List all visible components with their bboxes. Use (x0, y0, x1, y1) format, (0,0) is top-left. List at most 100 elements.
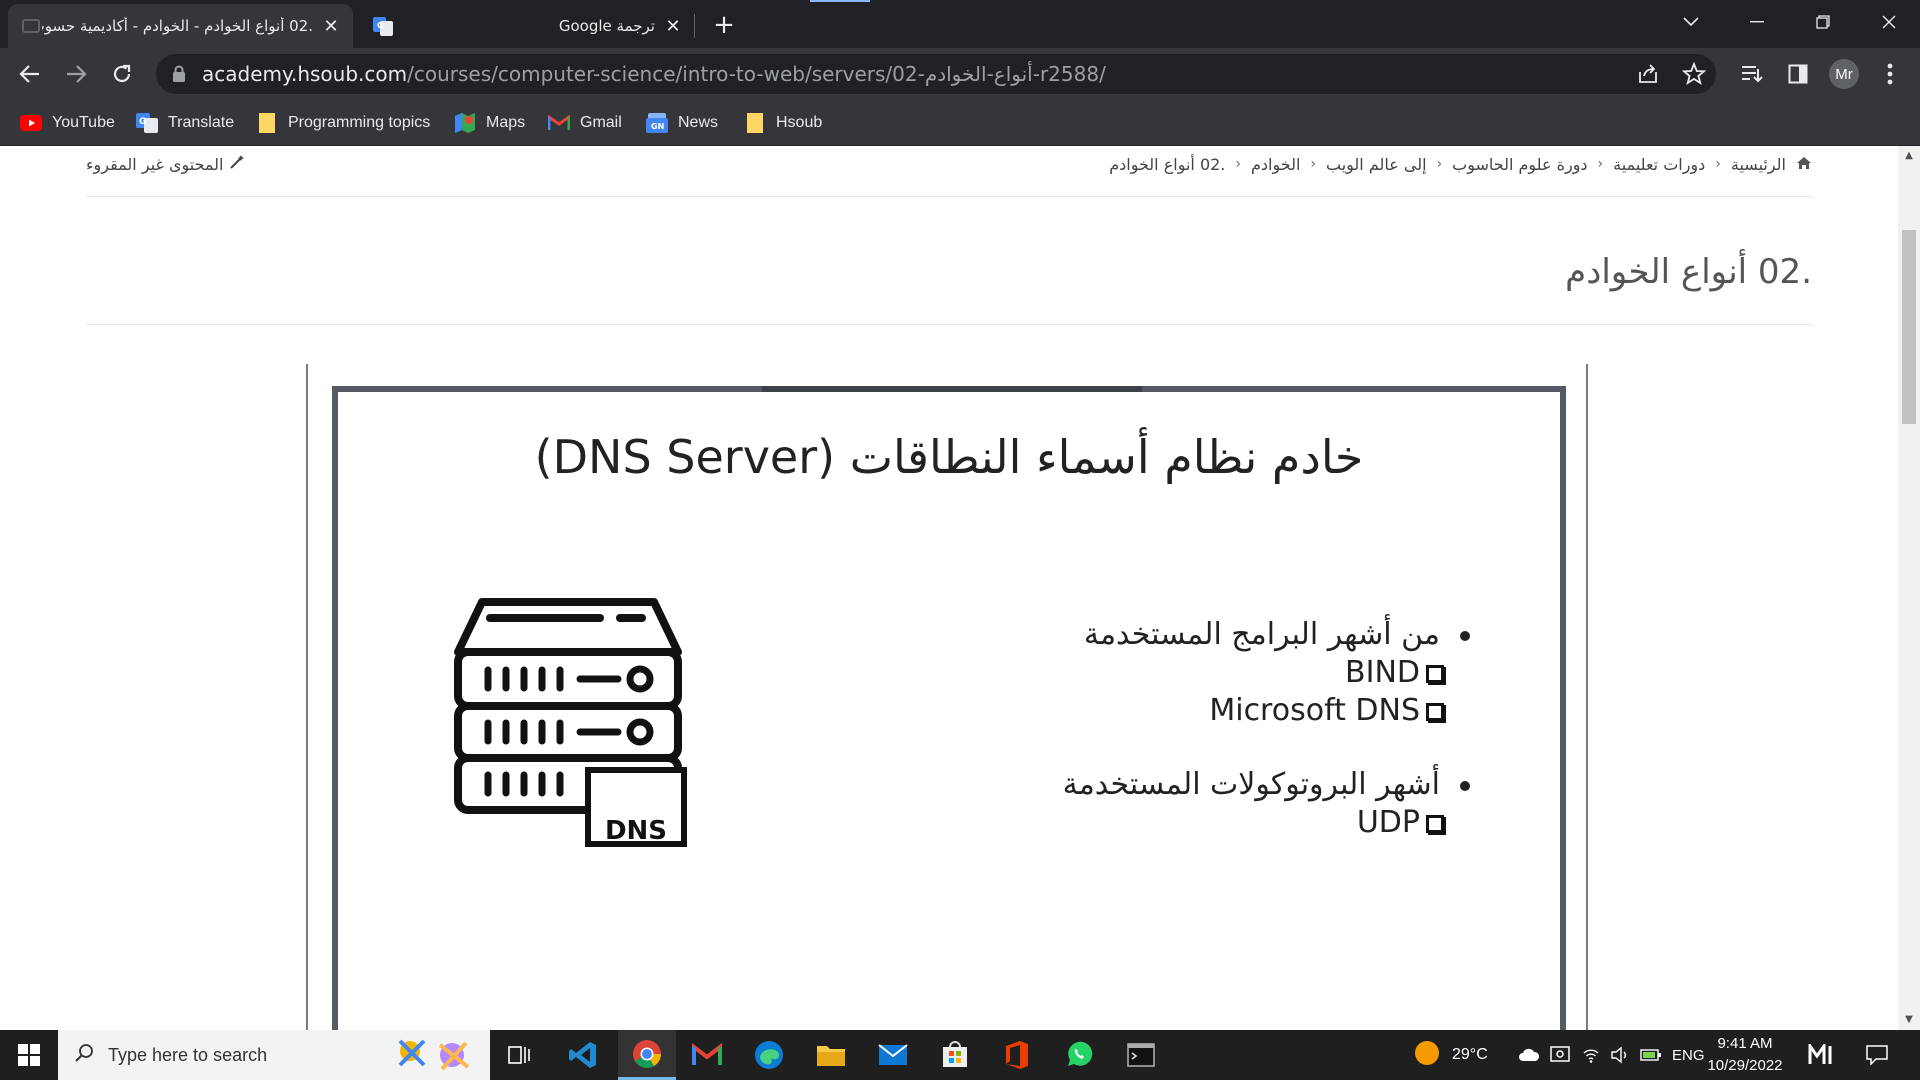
profile-initials: Mr (1829, 59, 1859, 89)
breadcrumb-web[interactable]: إلى عالم الويب (1326, 155, 1427, 174)
reading-list-icon[interactable] (1732, 54, 1772, 94)
bookmark-label: YouTube (52, 114, 115, 131)
file-explorer-icon[interactable] (802, 1030, 860, 1080)
volume-icon[interactable] (1610, 1030, 1630, 1080)
software-heading: من أشهر البرامج المستخدمة (1083, 616, 1440, 652)
list-heading: أشهر البروتوكولات المستخدمة (1063, 764, 1470, 804)
task-view-icon[interactable] (490, 1030, 548, 1080)
taskbar-search-box[interactable]: Type here to search (58, 1030, 490, 1080)
tab-active[interactable]: .02 أنواع الخوادم - الخوادم - أكاديمية ح… (8, 4, 353, 48)
news-icon: GN (646, 113, 668, 133)
lock-icon[interactable] (172, 65, 186, 87)
close-window-button[interactable] (1858, 0, 1920, 44)
content-left-border (306, 364, 308, 1030)
share-icon[interactable] (1636, 62, 1660, 90)
scroll-thumb[interactable] (1902, 230, 1916, 424)
slide-top-accent (762, 386, 1142, 392)
chevron-left-icon: ‹ (1235, 156, 1241, 172)
profile-avatar[interactable]: Mr (1824, 54, 1864, 94)
bookmark-label: Maps (486, 114, 526, 131)
reload-icon[interactable] (102, 54, 142, 94)
weather-widget[interactable]: 29°C (1414, 1030, 1488, 1080)
minimize-button[interactable] (1726, 0, 1788, 44)
tab-title: ترجمة Google (558, 17, 655, 35)
wifi-icon[interactable] (1582, 1030, 1600, 1080)
lesson-slide: خادم نظام أسماء النطاقات (DNS Server) DN… (332, 386, 1566, 1030)
onedrive-icon[interactable] (1518, 1030, 1540, 1080)
forward-arrow-icon[interactable] (56, 54, 96, 94)
hsoub-tray-icon[interactable] (1808, 1030, 1836, 1080)
bookmark-youtube[interactable]: YouTube (20, 108, 115, 138)
new-tab-button[interactable]: + (706, 12, 742, 40)
microsoft-store-icon[interactable] (926, 1030, 984, 1080)
bullet-icon (1460, 781, 1470, 791)
page-title: .02 أنواع الخوادم (1565, 252, 1812, 292)
notifications-icon[interactable] (1866, 1030, 1888, 1080)
dns-label: DNS (604, 816, 668, 846)
close-tab-icon[interactable]: ✕ (663, 16, 683, 37)
content-right-border (1586, 364, 1588, 1030)
software-bind: BIND (1345, 655, 1420, 690)
tab-separator (694, 14, 695, 38)
checkbox-square-icon (1426, 664, 1444, 683)
list-item: BIND (1063, 654, 1470, 692)
mail-icon[interactable] (864, 1030, 922, 1080)
vscode-icon[interactable] (554, 1030, 612, 1080)
unread-label: المحتوى غير المقروء (86, 154, 224, 174)
close-tab-icon[interactable]: ✕ (321, 16, 341, 37)
bookmark-label: Hsoub (776, 114, 823, 131)
tab-search-icon[interactable] (1660, 0, 1722, 44)
restore-button[interactable] (1792, 0, 1854, 44)
slide-title: خادم نظام أسماء النطاقات (DNS Server) (534, 430, 1364, 484)
bookmark-maps[interactable]: Maps (454, 108, 525, 138)
url-text[interactable]: academy.hsoub.com/courses/computer-scien… (202, 54, 1106, 94)
meet-now-icon[interactable] (1550, 1030, 1570, 1080)
bookmark-translate[interactable]: G Translate (136, 108, 234, 138)
scroll-down-arrow-icon[interactable]: ▼ (1898, 1010, 1920, 1030)
chevron-left-icon: ‹ (1436, 156, 1443, 172)
chrome-taskbar-icon[interactable] (618, 1030, 676, 1080)
sun-icon (1414, 1040, 1440, 1071)
windows-taskbar: Type here to search 29°C ENG 9:41 AM 10/… (0, 1030, 1920, 1080)
terminal-icon[interactable] (1112, 1030, 1170, 1080)
dns-info-list: من أشهر البرامج المستخدمة BIND Microsoft… (1063, 614, 1470, 842)
bookmark-programming-topics[interactable]: Programming topics (256, 108, 430, 138)
edge-icon[interactable] (740, 1030, 798, 1080)
breadcrumb-courses[interactable]: دورات تعليمية (1613, 155, 1705, 174)
bookmark-hsoub[interactable]: Hsoub (744, 108, 822, 138)
unread-content-link[interactable]: المحتوى غير المقروء (86, 152, 245, 176)
system-clock[interactable]: 9:41 AM 10/29/2022 (1700, 1033, 1790, 1077)
whatsapp-icon[interactable] (1050, 1030, 1108, 1080)
breadcrumb-home[interactable]: الرئيسية (1731, 155, 1786, 174)
bookmark-star-icon[interactable] (1681, 61, 1707, 90)
windows-start-icon[interactable] (0, 1030, 58, 1080)
breadcrumb-cs-course[interactable]: دورة علوم الحاسوب (1452, 155, 1587, 174)
bookmark-label: Gmail (580, 114, 622, 131)
hsoub-favicon-icon (20, 15, 42, 37)
address-bar[interactable]: academy.hsoub.com/courses/computer-scien… (156, 54, 1716, 94)
translate-favicon-icon: G (372, 15, 394, 37)
tab-translate[interactable]: G ترجمة Google ✕ (360, 4, 695, 48)
youtube-icon (20, 113, 42, 133)
back-arrow-icon[interactable] (10, 54, 50, 94)
svg-text:G: G (377, 21, 384, 30)
search-highlight-icon (390, 1031, 480, 1079)
url-host: academy.hsoub.com (202, 62, 408, 86)
office-icon[interactable] (988, 1030, 1046, 1080)
protocol-udp: UDP (1356, 805, 1420, 840)
bookmark-label: Programming topics (288, 114, 431, 131)
page-scrollbar[interactable]: ▲ ▼ (1898, 146, 1920, 1030)
battery-icon[interactable] (1640, 1030, 1662, 1080)
breadcrumb-servers[interactable]: الخوادم (1251, 155, 1300, 174)
scroll-up-arrow-icon[interactable]: ▲ (1898, 146, 1920, 166)
checkbox-square-icon (1426, 814, 1444, 833)
menu-kebab-icon[interactable] (1870, 54, 1910, 94)
side-panel-icon[interactable] (1778, 54, 1818, 94)
bookmark-gmail[interactable]: Gmail (548, 108, 622, 138)
protocols-heading: أشهر البروتوكولات المستخدمة (1062, 766, 1440, 802)
bookmark-news[interactable]: GN News (646, 108, 718, 138)
browser-toolbar: academy.hsoub.com/courses/computer-scien… (0, 48, 1920, 100)
gmail-taskbar-icon[interactable] (678, 1030, 736, 1080)
clock-time: 9:41 AM (1717, 1035, 1773, 1052)
list-item: UDP (1063, 804, 1470, 842)
